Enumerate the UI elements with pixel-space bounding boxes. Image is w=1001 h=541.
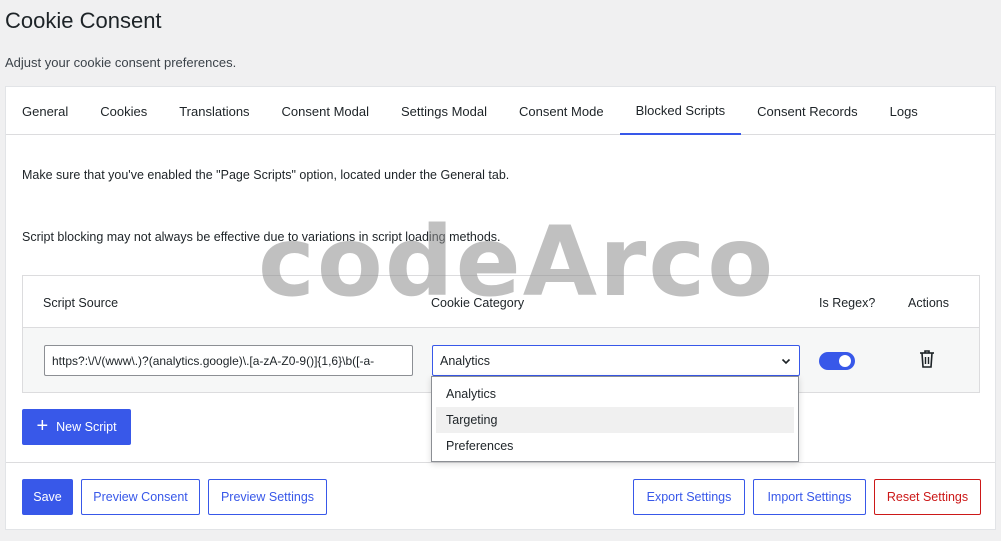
reset-settings-button[interactable]: Reset Settings	[874, 479, 981, 515]
loading-methods-notice: Script blocking may not always be effect…	[22, 230, 501, 244]
save-button[interactable]: Save	[22, 479, 73, 515]
column-script-source: Script Source	[43, 296, 119, 310]
tab-consent-modal[interactable]: Consent Modal	[266, 87, 385, 135]
plus-icon: +	[36, 415, 49, 437]
new-script-button[interactable]: + New Script	[22, 409, 131, 445]
script-source-input[interactable]: https?:\/\/(www\.)?(analytics.google)\.[…	[44, 345, 413, 376]
cookie-category-dropdown: Analytics Targeting Preferences	[431, 376, 799, 462]
tab-consent-records[interactable]: Consent Records	[741, 87, 873, 135]
tab-general[interactable]: General	[6, 87, 84, 135]
page-subtitle: Adjust your cookie consent preferences.	[5, 55, 237, 70]
is-regex-toggle[interactable]	[819, 352, 855, 370]
new-script-label: New Script	[56, 420, 117, 434]
footer-actions: Save Preview Consent Preview Settings Ex…	[6, 462, 995, 530]
column-cookie-category: Cookie Category	[431, 296, 525, 310]
preview-consent-button[interactable]: Preview Consent	[81, 479, 200, 515]
column-is-regex: Is Regex?	[819, 296, 876, 310]
dropdown-option-preferences[interactable]: Preferences	[436, 433, 794, 459]
tab-consent-mode[interactable]: Consent Mode	[503, 87, 620, 135]
preview-settings-button[interactable]: Preview Settings	[208, 479, 327, 515]
settings-panel: General Cookies Translations Consent Mod…	[5, 86, 996, 530]
tab-settings-modal[interactable]: Settings Modal	[385, 87, 503, 135]
tab-translations[interactable]: Translations	[163, 87, 265, 135]
tab-blocked-scripts[interactable]: Blocked Scripts	[619, 87, 742, 135]
export-settings-button[interactable]: Export Settings	[633, 479, 745, 515]
dropdown-option-analytics[interactable]: Analytics	[436, 381, 794, 407]
table-header: Script Source Cookie Category Is Regex? …	[23, 276, 979, 328]
dropdown-option-targeting[interactable]: Targeting	[436, 407, 794, 433]
cookie-category-value: Analytics	[440, 353, 491, 368]
chevron-down-icon	[781, 358, 791, 364]
page-title: Cookie Consent	[5, 8, 162, 33]
page-scripts-notice: Make sure that you've enabled the "Page …	[22, 168, 510, 182]
tab-cookies[interactable]: Cookies	[84, 87, 163, 135]
import-settings-button[interactable]: Import Settings	[753, 479, 866, 515]
trash-icon[interactable]	[919, 349, 935, 369]
tab-bar: General Cookies Translations Consent Mod…	[6, 87, 995, 135]
tab-logs[interactable]: Logs	[874, 87, 934, 135]
cookie-category-select[interactable]: Analytics	[432, 345, 800, 376]
column-actions: Actions	[908, 296, 949, 310]
